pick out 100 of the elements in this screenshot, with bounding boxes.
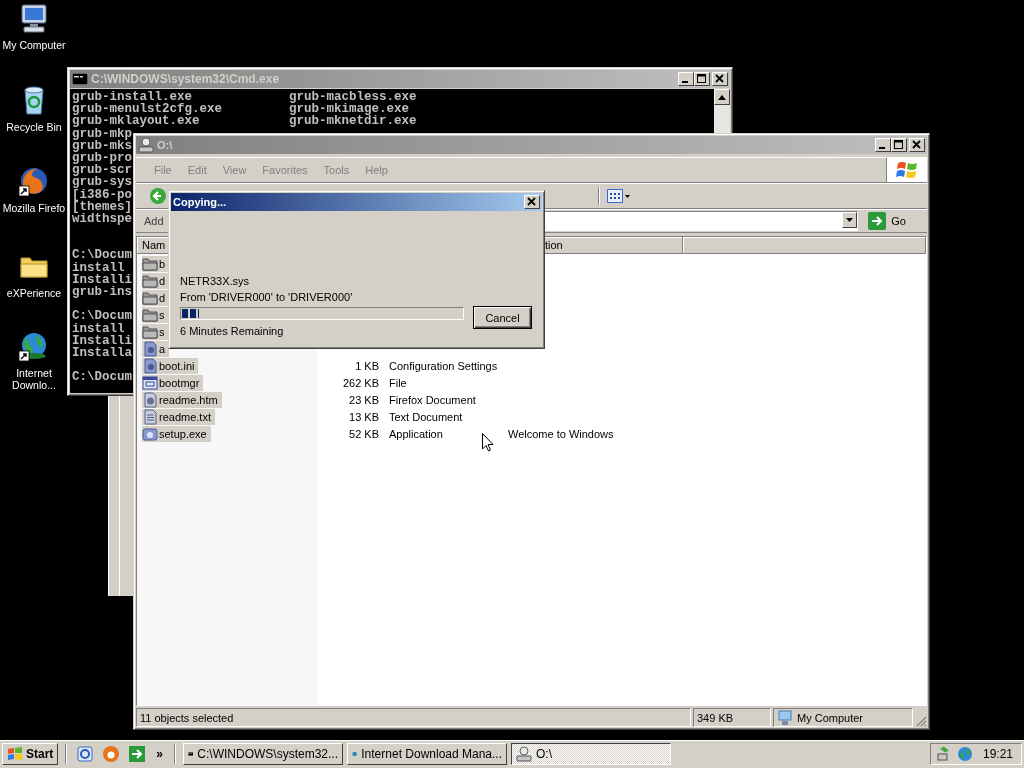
list-entry[interactable]: boot.ini [142,357,199,374]
console-icon [72,73,88,85]
drive-icon [516,746,533,762]
maximize-icon [894,140,904,150]
caret-icon [846,218,854,222]
more-button[interactable]: » [152,747,168,761]
console-text: grub-menulst2cfg.exe [72,103,224,116]
start-button[interactable]: Start [2,743,59,765]
folder-icon [142,255,158,272]
console-text: [themes] [72,200,132,213]
grid-view-icon [607,189,623,203]
icon-label[interactable]: My Computer [2,39,66,51]
taskbar-button[interactable]: Internet Download Mana... [347,743,508,765]
taskbar-button[interactable]: C:\WINDOWS\system32... [183,743,344,765]
list-entry[interactable]: d [142,289,170,306]
icon-label[interactable]: Internet Downlo... [2,367,66,391]
icon-label[interactable]: Mozilla Firefo [2,202,66,214]
file-name: readme.txt [159,410,211,423]
flag-logo-icon [896,160,918,180]
console-text: Installi [72,273,132,286]
text-document-icon [142,408,158,425]
settings-file-icon [142,357,158,374]
go-button[interactable]: Go [862,212,924,230]
folder-icon [142,323,158,340]
file-type: Configuration Settings [389,359,498,372]
column-header[interactable] [683,237,926,254]
console-text: grub-install.exe [72,91,193,104]
console-text: install [72,261,125,274]
taskbar-button[interactable]: O:\ [511,743,672,765]
console-text: Installi [72,334,132,347]
views-button[interactable] [604,188,633,204]
console-text: grub-mkp [72,127,132,140]
file-comment: Welcome to Windows [508,427,614,440]
list-entry[interactable]: b [142,255,170,272]
address-label: Add [144,215,164,227]
window-title: O:\ [157,139,173,151]
time-remaining-text: 6 Minutes Remaining [180,324,285,339]
console-text: grub-mkimage.exe [289,103,410,116]
dialog-title: Copying... [173,196,227,208]
drive-icon [138,137,154,153]
console-text: grub-ins [72,286,132,299]
up-arrow-icon [718,94,726,100]
web-document-icon [142,391,158,408]
file-name: d [159,291,166,304]
file-size: 1 KB [355,359,379,372]
list-entry[interactable]: d [142,272,170,289]
folder-icon [142,289,158,306]
console-text: grub-macbless.exe [289,91,417,104]
file-name: b [159,257,166,270]
cursor-icon [482,433,494,452]
copy-path-text: From 'DRIVER000' to 'DRIVER000' [180,290,354,305]
minimize-icon [682,81,688,83]
windows-flag-icon [7,747,23,761]
console-text: grub-mknetdir.exe [289,115,417,128]
file-size: 262 KB [342,376,379,389]
list-entry[interactable]: readme.txt [142,408,215,425]
list-entry[interactable]: readme.htm [142,391,222,408]
close-button[interactable] [524,195,540,209]
dropdown-button[interactable] [842,212,858,228]
scroll-up-button[interactable] [714,89,730,105]
status-text: 349 KB [693,708,771,727]
file-type: File [389,376,407,389]
computer-icon[interactable] [18,2,50,34]
file-name-text: NETR33X.sys [180,274,251,289]
list-entry[interactable]: s [142,306,169,323]
file-name: d [159,274,166,287]
computer-icon [777,709,793,726]
cancel-button[interactable]: Cancel [473,306,532,329]
list-entry[interactable]: s [142,323,169,340]
maximize-icon [697,74,707,84]
file-name: readme.htm [159,393,218,406]
file-type: Text Document [389,410,463,423]
console-text: C:\Docum [72,249,132,262]
list-entry[interactable]: bootmgr [142,374,204,391]
file-size: 23 KB [349,393,379,406]
file-name: a [159,342,166,355]
list-entry[interactable]: a [142,340,170,357]
resize-grip-icon[interactable] [915,715,927,727]
console-text: grub-mklayout.exe [72,115,200,128]
file-name: setup.exe [159,427,207,440]
scrollbar[interactable] [714,89,730,133]
file-name: bootmgr [159,376,200,389]
console-text: widthspe [72,212,132,226]
folder-icon [142,272,158,289]
list-entry[interactable]: setup.exe [142,425,211,442]
console-text: [i386-po [72,188,132,201]
browser-icon[interactable] [18,165,50,197]
console-text: C:\Docum [72,310,132,323]
console-text: Installa [72,346,132,360]
icon-label[interactable]: eXPerience [6,287,62,299]
file-name: s [159,325,165,338]
window-file-icon [142,374,158,391]
status-text: 11 objects selected [136,708,691,727]
console-text: grub-sys [72,176,132,189]
settings-file-icon [142,340,158,357]
console-text: install [72,322,125,335]
window-title: C:\WINDOWS\system32\Cmd.exe [91,72,280,86]
icon-label[interactable]: Recycle Bin [6,121,62,133]
console-text: grub-pro [72,151,132,165]
folder-icon [142,306,158,323]
